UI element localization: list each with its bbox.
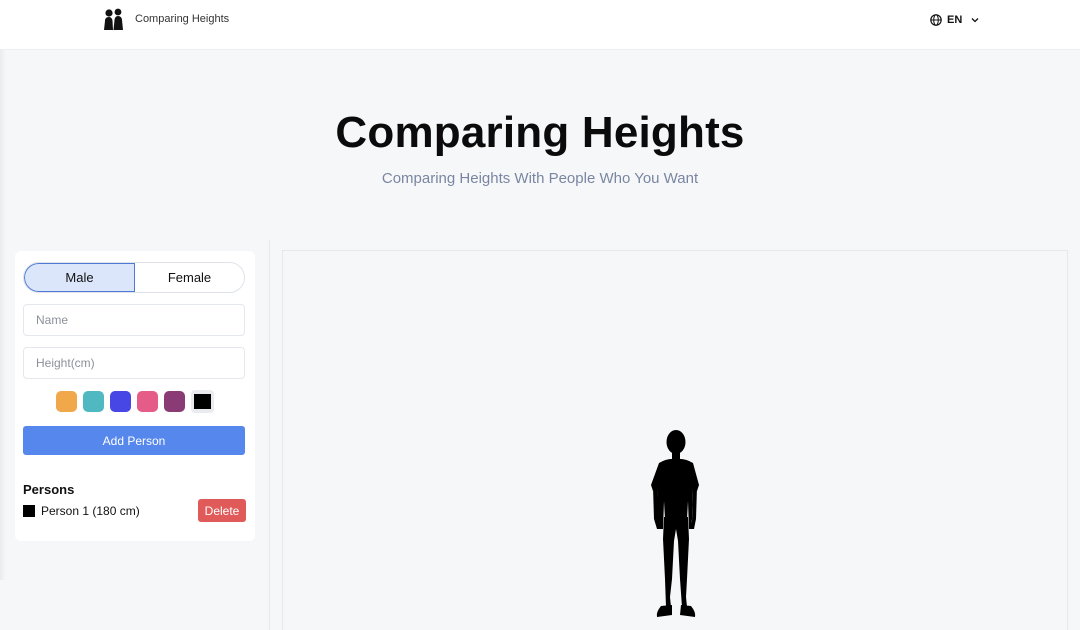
panel-divider (269, 240, 270, 630)
top-navbar: Comparing Heights EN (0, 0, 1080, 50)
gender-toggle: Male Female (23, 262, 245, 293)
page-subtitle: Comparing Heights With People Who You Wa… (381, 170, 699, 187)
male-silhouette-icon (651, 430, 699, 617)
male-option[interactable]: Male (24, 263, 135, 292)
color-swatch-purple[interactable] (164, 390, 185, 412)
height-input[interactable] (23, 347, 245, 379)
color-picker (56, 389, 214, 413)
height-comparison-canvas (282, 250, 1068, 630)
color-swatch-black-selected[interactable] (191, 389, 214, 413)
persons-heading: Persons (23, 482, 75, 497)
language-selector[interactable]: EN (930, 12, 980, 28)
female-option[interactable]: Female (135, 263, 244, 292)
globe-icon (930, 14, 942, 26)
color-swatch-orange[interactable] (56, 390, 77, 412)
brand-name[interactable]: Comparing Heights (135, 13, 229, 25)
person-list-item: Person 1 (180 cm) Delete (23, 499, 246, 523)
person-label: Person 1 (180 cm) (41, 504, 140, 518)
add-person-panel: Male Female Add Person Persons Person 1 … (15, 251, 255, 541)
delete-person-button[interactable]: Delete (198, 499, 246, 522)
two-people-icon[interactable] (102, 8, 124, 30)
page-title: Comparing Heights (335, 108, 745, 157)
color-swatch-teal[interactable] (83, 390, 104, 412)
color-swatch-pink[interactable] (137, 390, 158, 412)
person-color-marker (23, 505, 35, 517)
name-input[interactable] (23, 304, 245, 336)
chevron-down-icon (971, 18, 979, 23)
add-person-button[interactable]: Add Person (23, 426, 245, 455)
language-label: EN (947, 14, 963, 26)
color-swatch-blue[interactable] (110, 390, 131, 412)
